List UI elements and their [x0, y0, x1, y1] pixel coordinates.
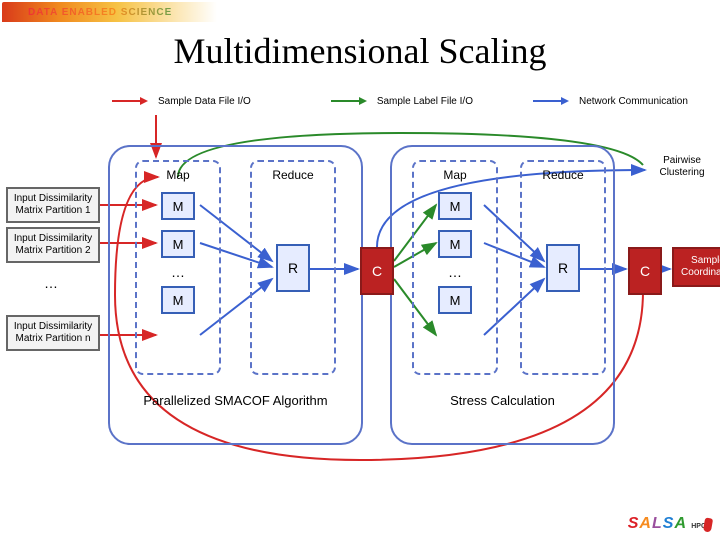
r-node: R — [276, 244, 310, 292]
chili-icon — [703, 517, 713, 532]
reduce1-title: Reduce — [272, 168, 313, 182]
map1-title: Map — [166, 168, 189, 182]
input-partition-n: Input Dissimilarity Matrix Partition n — [6, 315, 100, 351]
reduce-column-2: Reduce R — [520, 160, 606, 375]
stress-label: Stress Calculation — [390, 393, 615, 408]
m-ellipsis: … — [171, 264, 185, 280]
legend-label-green: Sample Label File I/O — [377, 96, 473, 107]
map-column-2: Map M M … M — [412, 160, 498, 375]
legend-arrow-red — [112, 97, 148, 105]
c-node-2: C — [628, 247, 662, 295]
legend: Sample Data File I/O Sample Label File I… — [112, 92, 700, 110]
m-node: M — [161, 286, 195, 314]
map-column-1: Map M M … M — [135, 160, 221, 375]
input-ellipsis: … — [6, 275, 96, 292]
salsa-logo: SALSA — [628, 516, 686, 532]
r-node: R — [546, 244, 580, 292]
page-title: Multidimensional Scaling — [0, 30, 720, 72]
sample-coordinates-box: Sample Coordinates — [672, 247, 720, 287]
m-ellipsis: … — [448, 264, 462, 280]
m-node: M — [161, 192, 195, 220]
diagram: Input Dissimilarity Matrix Partition 1 I… — [0, 115, 720, 485]
reduce-column-1: Reduce R — [250, 160, 336, 375]
brand-text: DATA ENABLED SCIENCE — [28, 7, 172, 18]
map2-title: Map — [443, 168, 466, 182]
m-node: M — [438, 230, 472, 258]
c-node-1: C — [360, 247, 394, 295]
pairwise-clustering-label: Pairwise Clustering — [648, 155, 716, 179]
input-partition-1: Input Dissimilarity Matrix Partition 1 — [6, 187, 100, 223]
m-node: M — [438, 286, 472, 314]
legend-arrow-green — [331, 97, 367, 105]
input-partition-2: Input Dissimilarity Matrix Partition 2 — [6, 227, 100, 263]
legend-label-blue: Network Communication — [579, 96, 688, 107]
reduce2-title: Reduce — [542, 168, 583, 182]
m-node: M — [161, 230, 195, 258]
legend-arrow-blue — [533, 97, 569, 105]
smacof-label: Parallelized SMACOF Algorithm — [108, 393, 363, 408]
m-node: M — [438, 192, 472, 220]
legend-label-red: Sample Data File I/O — [158, 96, 251, 107]
top-banner: DATA ENABLED SCIENCE — [2, 2, 718, 22]
